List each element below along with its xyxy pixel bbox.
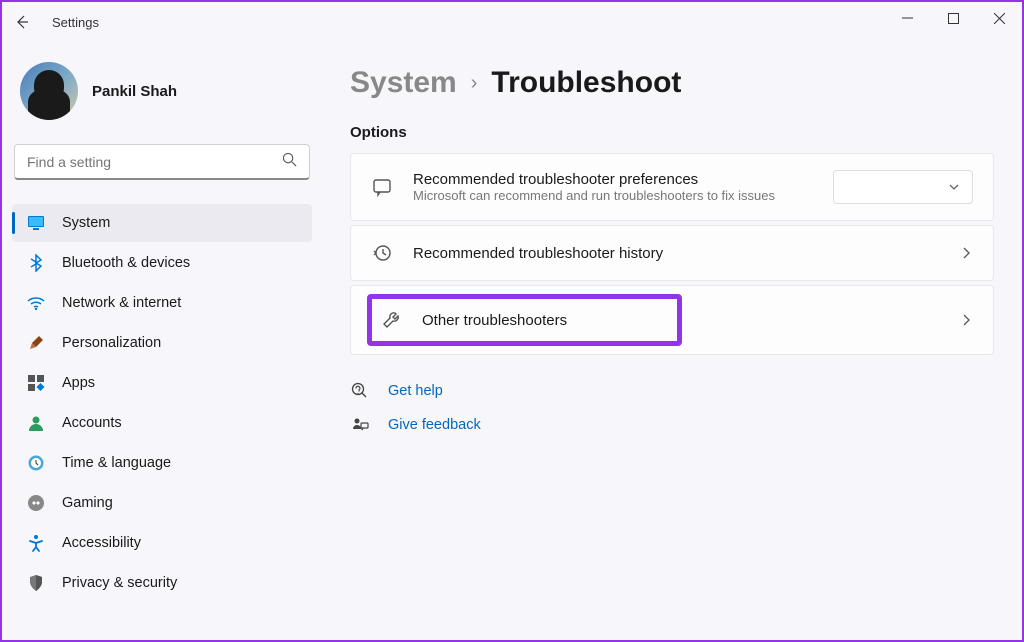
sidebar-item-label: Bluetooth & devices	[62, 255, 190, 271]
personalization-icon	[26, 333, 46, 353]
chevron-down-icon	[948, 181, 960, 193]
sidebar-item-network[interactable]: Network & internet	[12, 284, 312, 322]
breadcrumb-parent[interactable]: System	[350, 66, 457, 100]
sidebar-item-personalization[interactable]: Personalization	[12, 324, 312, 362]
sidebar-item-apps[interactable]: Apps	[12, 364, 312, 402]
breadcrumb: System › Troubleshoot	[350, 66, 994, 100]
sidebar-item-accessibility[interactable]: Accessibility	[12, 524, 312, 562]
profile[interactable]: Pankil Shah	[12, 50, 312, 140]
card-subtitle: Microsoft can recommend and run troubles…	[413, 188, 813, 203]
sidebar-item-label: Accounts	[62, 415, 122, 431]
privacy-icon	[26, 573, 46, 593]
help-icon	[350, 381, 370, 401]
card-other-troubleshooters[interactable]: Other troubleshooters	[350, 285, 994, 355]
titlebar: Settings	[2, 2, 1022, 42]
system-icon	[26, 213, 46, 233]
highlight-annotation: Other troubleshooters	[367, 294, 682, 346]
search-icon	[282, 152, 297, 172]
sidebar: Pankil Shah System Bluetooth & devices N…	[2, 42, 322, 640]
wrench-icon	[380, 309, 402, 331]
search-box[interactable]	[14, 144, 310, 180]
close-button[interactable]	[976, 2, 1022, 34]
preferences-dropdown[interactable]	[833, 170, 973, 204]
give-feedback-link[interactable]: Give feedback	[350, 415, 994, 435]
sidebar-item-gaming[interactable]: Gaming	[12, 484, 312, 522]
link-label: Get help	[388, 383, 443, 399]
link-label: Give feedback	[388, 417, 481, 433]
page-title: Troubleshoot	[491, 66, 681, 100]
feedback-icon	[350, 415, 370, 435]
sidebar-item-time[interactable]: Time & language	[12, 444, 312, 482]
back-button[interactable]	[10, 10, 34, 34]
card-title: Recommended troubleshooter history	[413, 245, 939, 262]
accounts-icon	[26, 413, 46, 433]
search-input[interactable]	[27, 154, 282, 170]
sidebar-item-accounts[interactable]: Accounts	[12, 404, 312, 442]
nav-list: System Bluetooth & devices Network & int…	[12, 204, 312, 602]
sidebar-item-label: Apps	[62, 375, 95, 391]
sidebar-item-system[interactable]: System	[12, 204, 312, 242]
avatar	[20, 62, 78, 120]
section-heading: Options	[350, 124, 994, 141]
user-name: Pankil Shah	[92, 83, 177, 100]
apps-icon	[26, 373, 46, 393]
card-recommended-preferences[interactable]: Recommended troubleshooter preferences M…	[350, 153, 994, 221]
gaming-icon	[26, 493, 46, 513]
accessibility-icon	[26, 533, 46, 553]
chevron-right-icon	[959, 246, 973, 260]
chevron-right-icon: ›	[471, 72, 478, 95]
sidebar-item-label: Accessibility	[62, 535, 141, 551]
card-troubleshooter-history[interactable]: Recommended troubleshooter history	[350, 225, 994, 281]
minimize-button[interactable]	[884, 2, 930, 34]
time-icon	[26, 453, 46, 473]
bluetooth-icon	[26, 253, 46, 273]
app-title: Settings	[52, 15, 99, 30]
sidebar-item-label: Privacy & security	[62, 575, 177, 591]
sidebar-item-label: Personalization	[62, 335, 161, 351]
card-title: Recommended troubleshooter preferences	[413, 171, 813, 188]
sidebar-item-bluetooth[interactable]: Bluetooth & devices	[12, 244, 312, 282]
wifi-icon	[26, 293, 46, 313]
maximize-button[interactable]	[930, 2, 976, 34]
sidebar-item-label: Time & language	[62, 455, 171, 471]
card-title: Other troubleshooters	[422, 312, 567, 329]
sidebar-item-label: System	[62, 215, 110, 231]
get-help-link[interactable]: Get help	[350, 381, 994, 401]
chevron-right-icon	[959, 313, 973, 327]
sidebar-item-label: Network & internet	[62, 295, 181, 311]
content: System › Troubleshoot Options Recommende…	[322, 42, 1022, 640]
sidebar-item-privacy[interactable]: Privacy & security	[12, 564, 312, 602]
history-icon	[371, 242, 393, 264]
chat-icon	[371, 176, 393, 198]
sidebar-item-label: Gaming	[62, 495, 113, 511]
